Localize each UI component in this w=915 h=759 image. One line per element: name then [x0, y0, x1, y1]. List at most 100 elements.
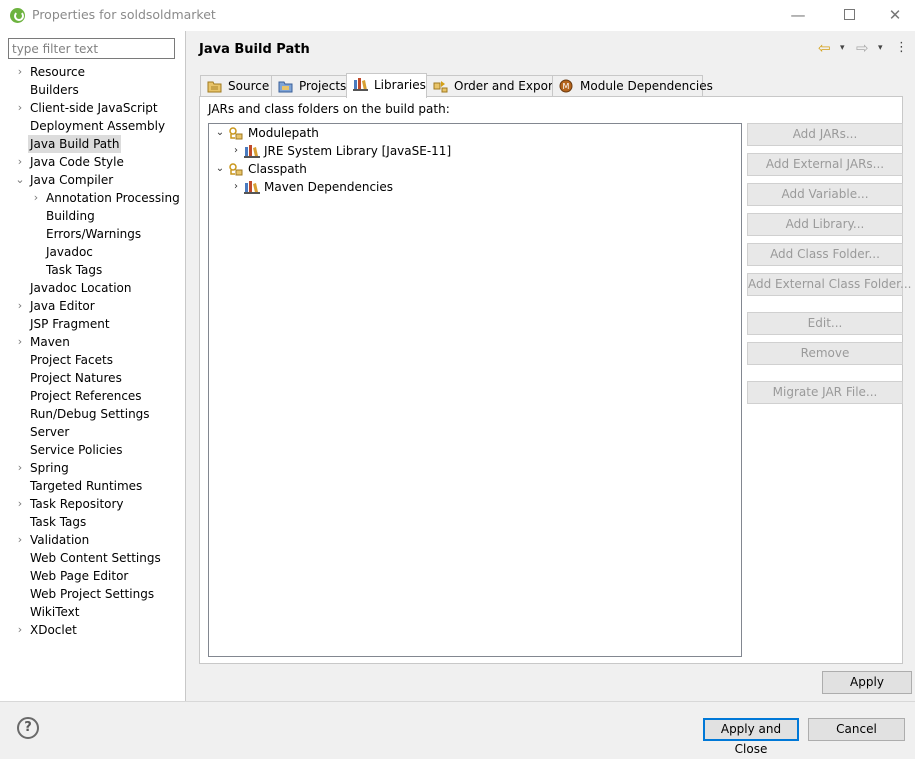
- nav-item-label: Javadoc Location: [30, 281, 132, 295]
- nav-item-java-editor[interactable]: › Java Editor: [0, 297, 185, 315]
- nav-item-task-tags[interactable]: Task Tags: [0, 261, 185, 279]
- nav-item-javadoc-location[interactable]: Javadoc Location: [0, 279, 185, 297]
- migrate-jar-file-button[interactable]: Migrate JAR File...: [747, 381, 903, 404]
- nav-item-validation[interactable]: › Validation: [0, 531, 185, 549]
- collapsed-chevron-icon[interactable]: ›: [14, 63, 26, 81]
- maximize-icon: [843, 9, 855, 20]
- nav-item-label: Targeted Runtimes: [30, 479, 143, 493]
- collapsed-chevron-icon[interactable]: ›: [14, 495, 26, 513]
- nav-item-building[interactable]: Building: [0, 207, 185, 225]
- add-external-jars-button[interactable]: Add External JARs...: [747, 153, 903, 176]
- back-arrow-icon[interactable]: ⇦: [818, 40, 834, 56]
- nav-item-project-references[interactable]: Project References: [0, 387, 185, 405]
- nav-item-jsp-fragment[interactable]: JSP Fragment: [0, 315, 185, 333]
- expanded-chevron-icon[interactable]: ⌄: [214, 160, 226, 178]
- add-external-class-folder-button[interactable]: Add External Class Folder...: [747, 273, 911, 296]
- nav-item-label: Server: [30, 425, 70, 439]
- nav-item-web-content-settings[interactable]: Web Content Settings: [0, 549, 185, 567]
- nav-item-server[interactable]: Server: [0, 423, 185, 441]
- tab-module-dependencies[interactable]: M Module Dependencies: [552, 75, 713, 97]
- path-container-icon: [229, 163, 243, 176]
- nav-item-service-policies[interactable]: Service Policies: [0, 441, 185, 459]
- nav-item-label: Web Content Settings: [30, 551, 161, 565]
- nav-item-project-facets[interactable]: Project Facets: [0, 351, 185, 369]
- nav-item-java-compiler[interactable]: ⌄ Java Compiler: [0, 171, 185, 189]
- nav-item-spring[interactable]: › Spring: [0, 459, 185, 477]
- collapsed-chevron-icon[interactable]: ›: [30, 189, 42, 207]
- add-variable-button[interactable]: Add Variable...: [747, 183, 903, 206]
- nav-item-xdoclet[interactable]: › XDoclet: [0, 621, 185, 639]
- collapsed-chevron-icon[interactable]: ›: [14, 531, 26, 549]
- maximize-button[interactable]: [826, 0, 872, 31]
- spring-app-icon: [10, 8, 25, 23]
- libraries-icon: [353, 78, 368, 91]
- back-dropdown-icon[interactable]: ▾: [840, 40, 850, 56]
- nav-item-run-debug-settings[interactable]: Run/Debug Settings: [0, 405, 185, 423]
- projects-icon: [278, 81, 293, 93]
- nav-item-web-page-editor[interactable]: Web Page Editor: [0, 567, 185, 585]
- nav-item-java-code-style[interactable]: › Java Code Style: [0, 153, 185, 171]
- page-title: Java Build Path: [199, 42, 310, 57]
- nav-item-project-natures[interactable]: Project Natures: [0, 369, 185, 387]
- filter-input[interactable]: [8, 38, 175, 59]
- nav-item-label: Java Compiler: [30, 173, 114, 187]
- nav-item-label: Client-side JavaScript: [30, 101, 158, 115]
- nav-item-task-repository[interactable]: › Task Repository: [0, 495, 185, 513]
- svg-text:M: M: [563, 82, 570, 91]
- nav-item-task-tags[interactable]: Task Tags: [0, 513, 185, 531]
- nav-item-label: Builders: [30, 83, 79, 97]
- expanded-chevron-icon[interactable]: ⌄: [14, 171, 26, 189]
- tab-projects[interactable]: Projects: [271, 75, 347, 97]
- collapsed-chevron-icon[interactable]: ›: [14, 459, 26, 477]
- collapsed-chevron-icon[interactable]: ›: [14, 153, 26, 171]
- nav-item-label: Java Code Style: [30, 155, 124, 169]
- collapsed-chevron-icon[interactable]: ›: [14, 99, 26, 117]
- nav-item-label: Errors/Warnings: [46, 227, 142, 241]
- help-icon[interactable]: ?: [17, 717, 39, 739]
- nav-item-builders[interactable]: Builders: [0, 81, 185, 99]
- nav-item-label: Deployment Assembly: [30, 119, 166, 133]
- add-library-button[interactable]: Add Library...: [747, 213, 903, 236]
- nav-item-label: Project Facets: [30, 353, 113, 367]
- minimize-button[interactable]: —: [775, 0, 821, 31]
- expanded-chevron-icon[interactable]: ⌄: [214, 124, 226, 142]
- build-path-tree[interactable]: ⌄ Modulepath › JRE System Library [JavaS…: [208, 123, 742, 657]
- edit-button[interactable]: Edit...: [747, 312, 903, 335]
- cancel-button[interactable]: Cancel: [808, 718, 905, 741]
- apply-and-close-button[interactable]: Apply and Close: [703, 718, 799, 756]
- tab-source[interactable]: Source: [200, 75, 272, 97]
- title-bar: Properties for soldsoldmarket — ✕: [0, 0, 915, 31]
- nav-item-label: Web Project Settings: [30, 587, 155, 601]
- remove-button[interactable]: Remove: [747, 342, 903, 365]
- add-class-folder-button[interactable]: Add Class Folder...: [747, 243, 903, 266]
- forward-dropdown-icon[interactable]: ▾: [878, 40, 888, 56]
- view-menu-icon[interactable]: ⋮: [895, 40, 908, 56]
- nav-item-java-build-path[interactable]: Java Build Path: [0, 135, 185, 153]
- nav-item-label: Web Page Editor: [30, 569, 129, 583]
- nav-item-errors-warnings[interactable]: Errors/Warnings: [0, 225, 185, 243]
- nav-item-deployment-assembly[interactable]: Deployment Assembly: [0, 117, 185, 135]
- apply-button[interactable]: Apply: [822, 671, 912, 694]
- close-button[interactable]: ✕: [872, 0, 915, 31]
- nav-item-label: Annotation Processing: [46, 191, 180, 205]
- nav-item-maven[interactable]: › Maven: [0, 333, 185, 351]
- nav-item-wikitext[interactable]: WikiText: [0, 603, 185, 621]
- nav-item-web-project-settings[interactable]: Web Project Settings: [0, 585, 185, 603]
- nav-item-label: Task Tags: [30, 515, 87, 529]
- collapsed-chevron-icon[interactable]: ›: [14, 333, 26, 351]
- build-path-caption: JARs and class folders on the build path…: [208, 102, 450, 116]
- tab-order-and-export[interactable]: Order and Export: [426, 75, 558, 97]
- nav-item-label: Project Natures: [30, 371, 122, 385]
- nav-item-javadoc[interactable]: Javadoc: [0, 243, 185, 261]
- nav-item-client-side-javascript[interactable]: › Client-side JavaScript: [0, 99, 185, 117]
- nav-item-resource[interactable]: › Resource: [0, 63, 185, 81]
- tab-libraries[interactable]: Libraries: [346, 73, 427, 98]
- collapsed-chevron-icon[interactable]: ›: [14, 297, 26, 315]
- nav-item-targeted-runtimes[interactable]: Targeted Runtimes: [0, 477, 185, 495]
- add-jars-button[interactable]: Add JARs...: [747, 123, 903, 146]
- nav-item-annotation-processing[interactable]: › Annotation Processing: [0, 189, 185, 207]
- collapsed-chevron-icon[interactable]: ›: [230, 178, 242, 196]
- collapsed-chevron-icon[interactable]: ›: [230, 142, 242, 160]
- forward-arrow-icon[interactable]: ⇨: [856, 40, 872, 56]
- collapsed-chevron-icon[interactable]: ›: [14, 621, 26, 639]
